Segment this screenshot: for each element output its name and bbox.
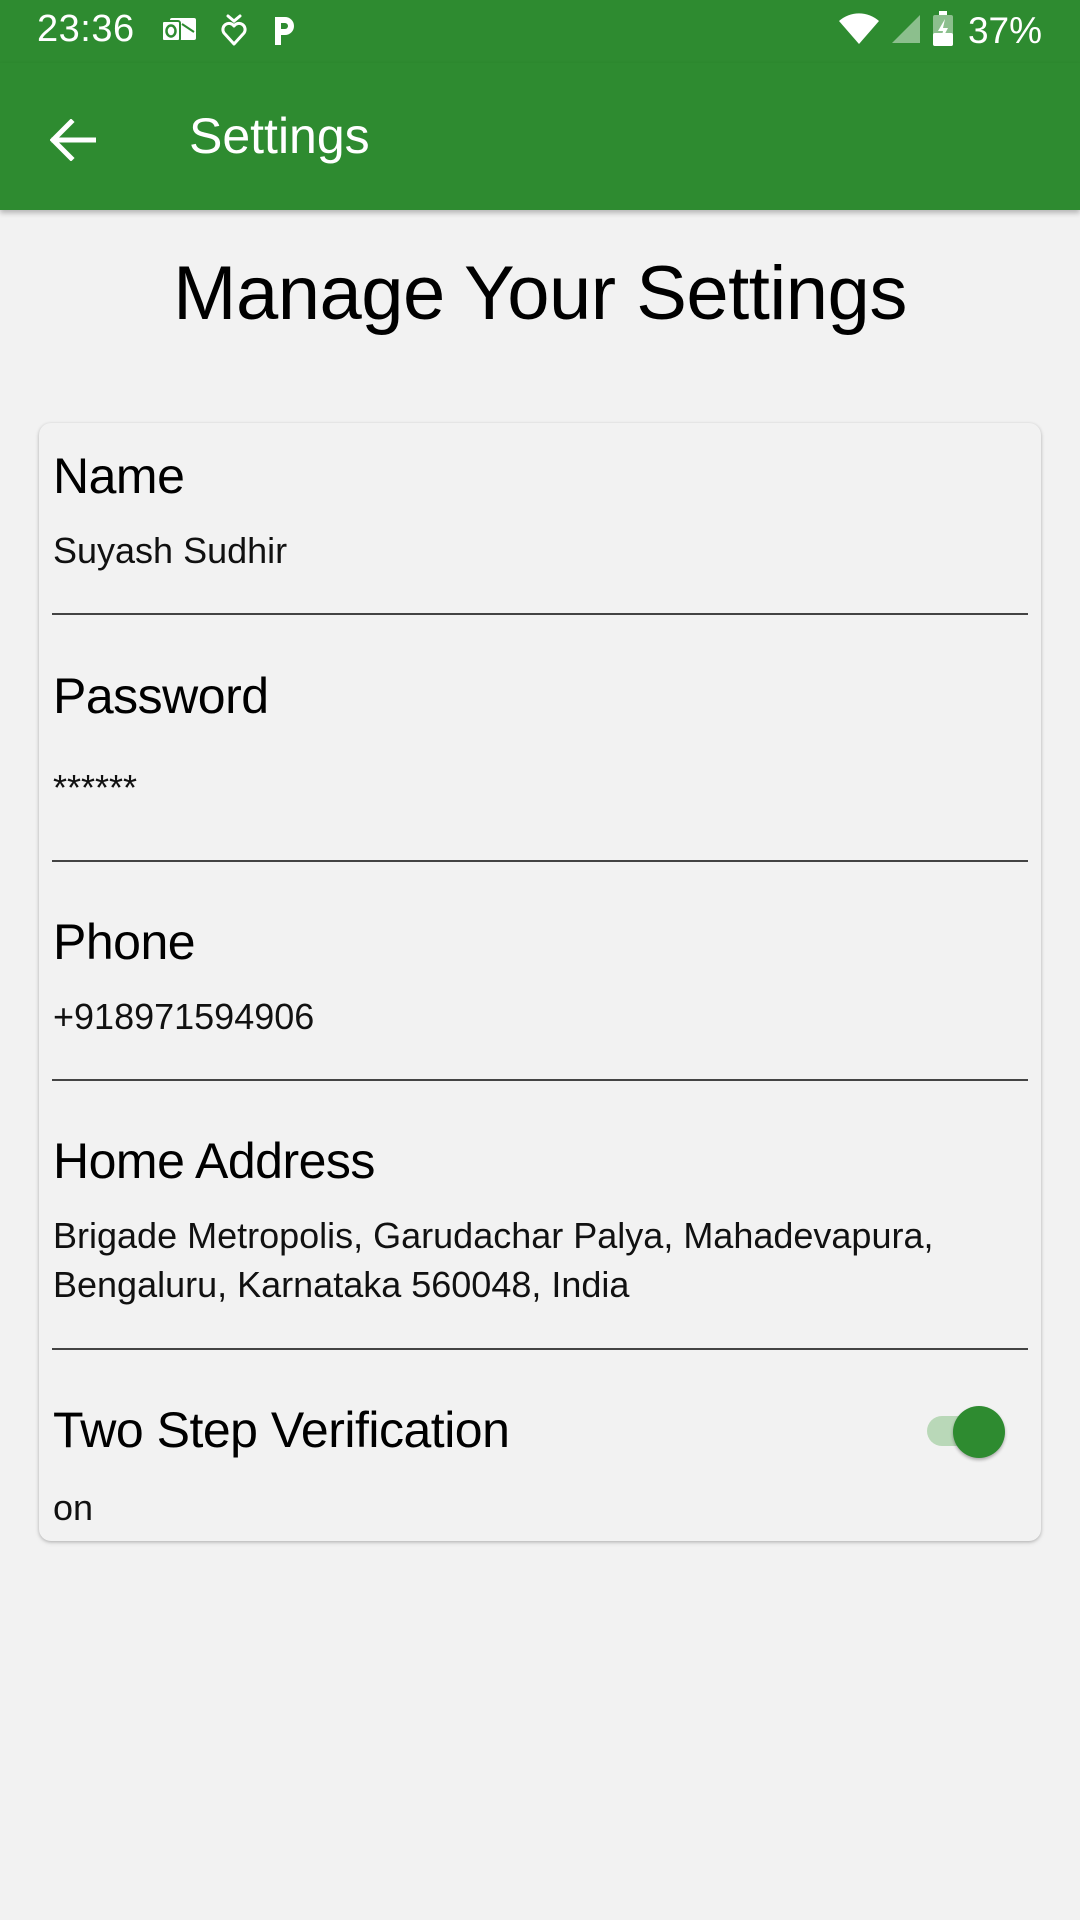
settings-screen: 23:36 37% Settings Manage Your Settings … (0, 0, 1080, 1920)
two-step-toggle[interactable] (923, 1400, 1011, 1458)
name-value: Suyash Sudhir (53, 530, 288, 571)
app-bar: Settings (0, 63, 1080, 210)
wifi-icon (838, 12, 880, 50)
divider (52, 613, 1028, 615)
name-label: Name (53, 448, 185, 504)
cell-signal-icon (890, 13, 922, 50)
phone-label: Phone (53, 914, 196, 970)
page-title: Manage Your Settings (173, 251, 907, 336)
divider (52, 860, 1028, 862)
two-step-value: on (53, 1487, 94, 1528)
address-label: Home Address (53, 1133, 375, 1189)
status-bar: 23:36 37% (0, 0, 1080, 63)
paytm-p-icon (270, 13, 298, 52)
address-value: Brigade Metropolis, Garudachar Palya, Ma… (53, 1215, 934, 1305)
shield-heart-icon (220, 13, 248, 52)
password-value: ****** (53, 767, 138, 808)
outlook-icon (160, 15, 198, 50)
battery-charging-icon (932, 10, 954, 52)
system-icons: 37% (838, 10, 1042, 52)
notification-icons (160, 13, 298, 51)
app-bar-title: Settings (189, 108, 370, 164)
phone-value: +918971594906 (53, 996, 315, 1037)
password-label: Password (53, 668, 269, 724)
back-button[interactable] (36, 103, 110, 177)
battery-percentage: 37% (967, 10, 1042, 51)
toggle-thumb (953, 1406, 1005, 1458)
two-step-label: Two Step Verification (53, 1402, 510, 1458)
settings-card: Name Suyash Sudhir Password ****** Phone… (39, 423, 1041, 1541)
arrow-left-icon (50, 119, 96, 161)
divider (52, 1348, 1028, 1350)
divider (52, 1079, 1028, 1081)
status-time: 23:36 (37, 8, 135, 50)
